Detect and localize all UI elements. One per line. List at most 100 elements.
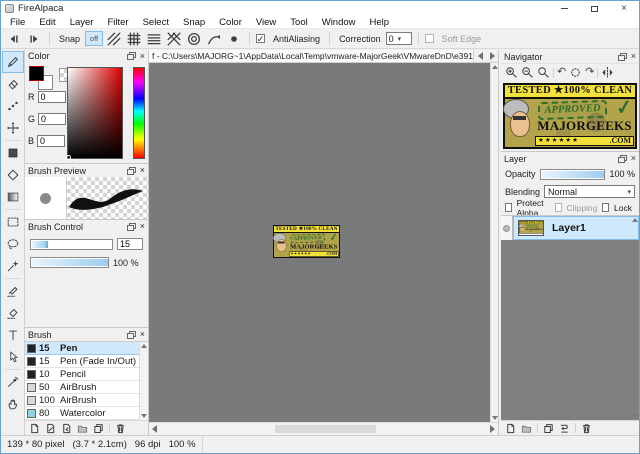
duplicate-layer-icon[interactable]: [543, 423, 554, 434]
clipping-checkbox[interactable]: [555, 203, 562, 212]
navigator-thumbnail[interactable]: TESTED ★100% CLEAN APPROVED ✓ MAJORGEEKS…: [501, 81, 639, 151]
brush-item[interactable]: 15 Pen: [25, 342, 148, 355]
edit-brush-icon[interactable]: [45, 423, 56, 434]
dock-icon[interactable]: [126, 166, 136, 175]
snap-crosshatch-button[interactable]: [165, 31, 183, 46]
document-tab[interactable]: f - C:\Users\MAJORG~1\AppData\Local\Temp…: [149, 50, 474, 62]
close-icon[interactable]: ×: [140, 51, 145, 61]
snap-vanishing-button[interactable]: [205, 31, 223, 46]
tab-scroll-right-icon[interactable]: [489, 52, 495, 60]
dock-icon[interactable]: [126, 330, 136, 339]
nav-prev-button[interactable]: [5, 31, 23, 46]
snap-dot-button[interactable]: [225, 31, 243, 46]
layer-row[interactable]: TESTED ★100% CLEAN APPROVED MAJORGEEKS L…: [501, 216, 639, 240]
brush-item[interactable]: 15 Pen (Fade In/Out): [25, 355, 148, 368]
add-brush-icon[interactable]: [29, 423, 40, 434]
scroll-up-icon[interactable]: [141, 344, 147, 348]
minimize-button[interactable]: [549, 1, 579, 16]
tool-select-eraser[interactable]: [2, 302, 24, 324]
scroll-up-icon[interactable]: [632, 218, 638, 222]
snap-parallel-button[interactable]: [105, 31, 123, 46]
tab-scroll-left-icon[interactable]: [477, 52, 483, 60]
r-input[interactable]: [37, 90, 66, 103]
tool-magic-wand[interactable]: [2, 255, 24, 277]
delete-layer-icon[interactable]: [581, 423, 592, 434]
lock-checkbox[interactable]: [602, 203, 610, 212]
brush-opacity-slider[interactable]: [30, 257, 109, 268]
snap-crisscross-button[interactable]: [125, 31, 143, 46]
layer-visibility-cell[interactable]: [501, 216, 513, 240]
menu-window[interactable]: Window: [315, 17, 363, 28]
protect-alpha-checkbox[interactable]: [505, 203, 512, 212]
maximize-button[interactable]: [579, 1, 609, 16]
snap-radial-button[interactable]: [185, 31, 203, 46]
foreground-color-swatch[interactable]: [29, 65, 44, 81]
canvas[interactable]: TESTED ★100% CLEAN APPROVED ✓ MAJORGEEKS…: [149, 63, 498, 422]
duplicate-brush-icon[interactable]: [93, 423, 104, 434]
snap-horizontal-button[interactable]: [145, 31, 163, 46]
tool-eyedropper[interactable]: [2, 371, 24, 393]
menu-filter[interactable]: Filter: [100, 17, 135, 28]
tool-operation[interactable]: [2, 346, 24, 368]
rotate-reset-icon[interactable]: [569, 66, 582, 79]
canvas-horizontal-scrollbar[interactable]: [149, 422, 498, 435]
correction-dropdown[interactable]: 0 ▾: [385, 32, 412, 45]
brush-list-scrollbar[interactable]: [139, 342, 148, 420]
close-button[interactable]: ×: [609, 1, 639, 16]
tool-eraser[interactable]: [2, 73, 24, 95]
brush-item[interactable]: 80 Watercolor: [25, 407, 148, 420]
rotate-ccw-icon[interactable]: ↶: [557, 67, 566, 78]
snap-off-button[interactable]: off: [85, 31, 104, 46]
tool-move[interactable]: [2, 117, 24, 139]
scroll-up-icon[interactable]: [491, 65, 498, 69]
tool-bucket[interactable]: [2, 164, 24, 186]
brush-folder-icon[interactable]: [77, 423, 88, 434]
b-input[interactable]: [37, 134, 66, 147]
add-layer-icon[interactable]: [505, 423, 516, 434]
zoom-reset-icon[interactable]: [537, 66, 550, 79]
dock-icon[interactable]: [617, 52, 627, 61]
tool-lasso[interactable]: [2, 233, 24, 255]
menu-layer[interactable]: Layer: [63, 17, 101, 28]
layer-opacity-slider[interactable]: [539, 168, 606, 180]
menu-file[interactable]: File: [3, 17, 32, 28]
close-icon[interactable]: ×: [631, 154, 636, 163]
scroll-left-icon[interactable]: [152, 425, 157, 433]
tool-text[interactable]: [2, 324, 24, 346]
brush-size-slider[interactable]: [30, 238, 113, 250]
saturation-value-picker[interactable]: [66, 66, 123, 160]
menu-select[interactable]: Select: [136, 17, 176, 28]
menu-edit[interactable]: Edit: [32, 17, 62, 28]
zoom-in-icon[interactable]: [505, 66, 518, 79]
tool-select-rect[interactable]: [2, 211, 24, 233]
tool-hand[interactable]: [2, 393, 24, 415]
hue-slider[interactable]: [133, 66, 145, 159]
blending-dropdown[interactable]: Normal ▾: [544, 185, 635, 198]
menu-view[interactable]: View: [249, 17, 283, 28]
flip-horizontal-icon[interactable]: [601, 66, 614, 79]
tool-pen[interactable]: [1, 51, 24, 73]
dock-icon[interactable]: [126, 52, 136, 61]
close-icon[interactable]: ×: [631, 52, 636, 61]
tool-gradient[interactable]: [2, 186, 24, 208]
soft-edge-checkbox[interactable]: [424, 34, 434, 43]
dock-icon[interactable]: [617, 154, 627, 163]
brush-size-input[interactable]: [117, 238, 143, 250]
menu-snap[interactable]: Snap: [176, 17, 212, 28]
menu-color[interactable]: Color: [212, 17, 249, 28]
scroll-down-icon[interactable]: [491, 416, 498, 420]
tool-fill[interactable]: [2, 142, 24, 164]
scroll-down-icon[interactable]: [141, 414, 147, 418]
g-input[interactable]: [38, 112, 67, 125]
canvas-vertical-scrollbar[interactable]: [490, 63, 498, 422]
tool-dot[interactable]: [2, 95, 24, 117]
zoom-out-icon[interactable]: [521, 66, 534, 79]
scroll-down-icon[interactable]: [632, 414, 638, 418]
dock-icon[interactable]: [126, 222, 136, 231]
nav-next-button[interactable]: [25, 31, 43, 46]
script-brush-icon[interactable]: [61, 423, 72, 434]
merge-down-icon[interactable]: [559, 423, 570, 434]
close-icon[interactable]: ×: [140, 166, 145, 175]
rotate-cw-icon[interactable]: ↷: [585, 67, 594, 78]
tool-select-pen[interactable]: [2, 280, 24, 302]
